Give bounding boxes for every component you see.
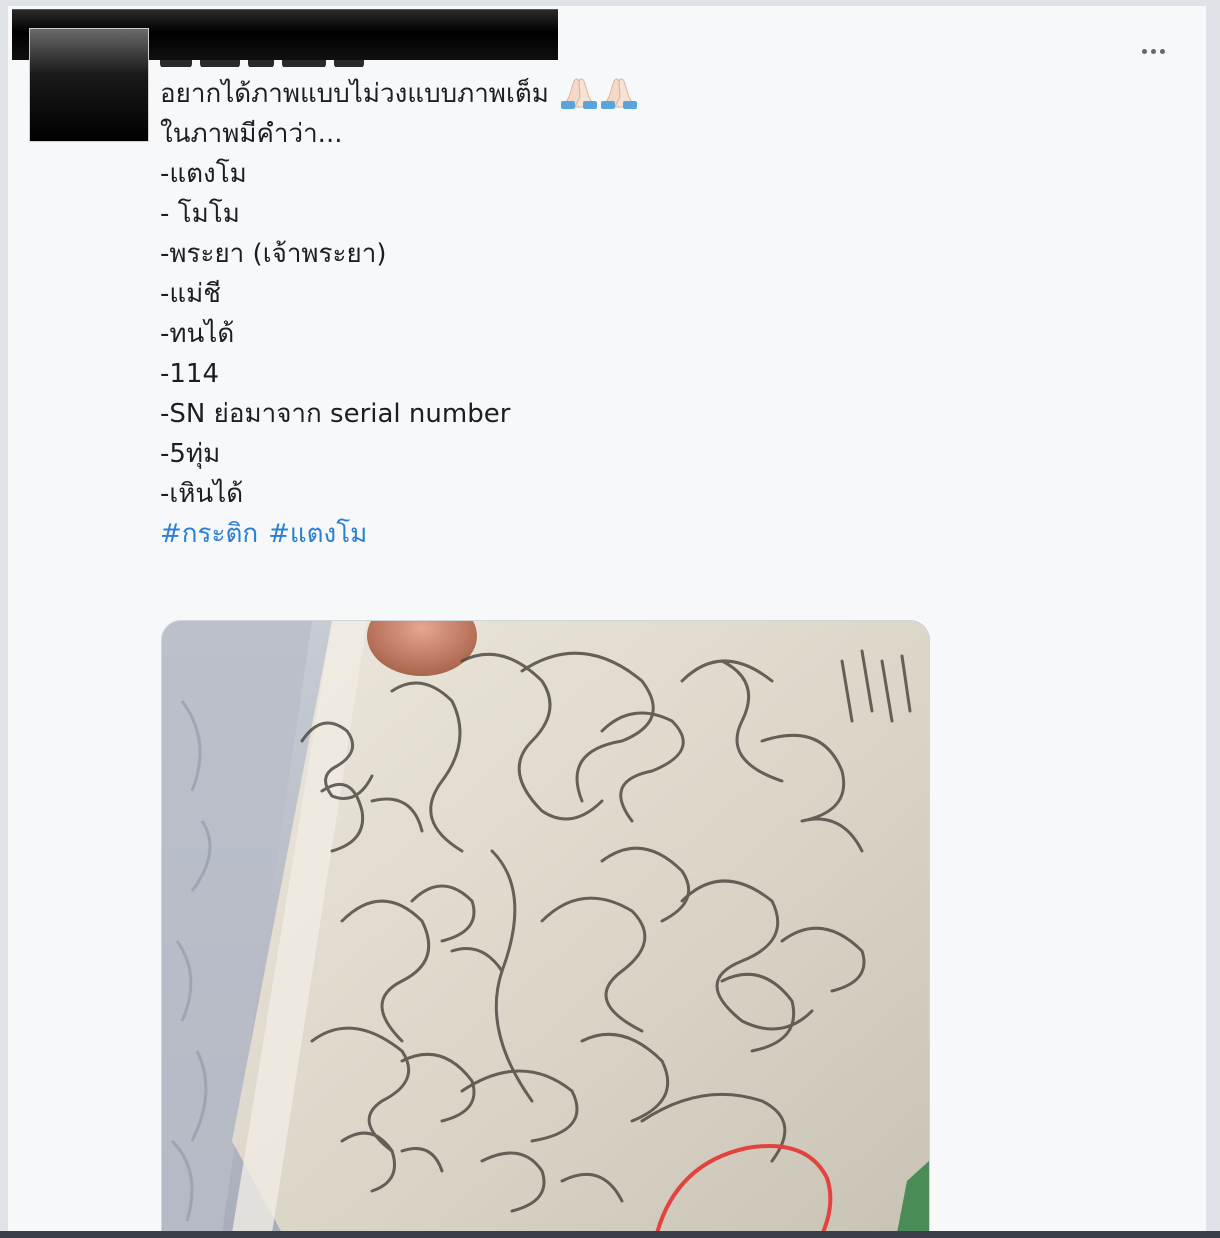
- more-horizontal-icon: [1141, 48, 1147, 54]
- hashtag-link[interactable]: #กระติก: [160, 519, 258, 549]
- screenshot-frame: อยากได้ภาพแบบไม่วงแบบภาพเต็ม ในภาพมีคำว่…: [0, 0, 1220, 1238]
- post-line: -5ทุ่ม: [160, 439, 221, 469]
- more-horizontal-icon: [1159, 48, 1165, 54]
- post-line: -แม่ชี: [160, 279, 221, 309]
- post-line: -114: [160, 359, 220, 389]
- more-options-button[interactable]: [1135, 40, 1171, 62]
- post-photo[interactable]: [161, 620, 930, 1233]
- post-line: -พระยา (เจ้าพระยา): [160, 239, 387, 269]
- bottom-edge: [0, 1231, 1220, 1238]
- folded-hands-emoji: [559, 75, 639, 115]
- avatar-redaction: [29, 28, 149, 142]
- hashtags: #กระติก #แตงโม: [160, 514, 880, 554]
- post-line: -ทนได้: [160, 319, 235, 349]
- hashtag-link[interactable]: #แตงโม: [268, 519, 367, 549]
- handwritten-paper-image: [162, 621, 929, 1233]
- post-line-text: อยากได้ภาพแบบไม่วงแบบภาพเต็ม: [160, 79, 549, 109]
- post-line: -แตงโม: [160, 159, 247, 189]
- post-line: -SN ย่อมาจาก serial number: [160, 399, 511, 429]
- post-line: -เหินได้: [160, 479, 244, 509]
- post-line-intro: อยากได้ภาพแบบไม่วงแบบภาพเต็ม: [160, 74, 880, 114]
- post-line: - โมโม: [160, 199, 240, 229]
- post-body: อยากได้ภาพแบบไม่วงแบบภาพเต็ม ในภาพมีคำว่…: [160, 74, 880, 554]
- post-line: ในภาพมีคำว่า...: [160, 119, 343, 149]
- more-horizontal-icon: [1150, 48, 1156, 54]
